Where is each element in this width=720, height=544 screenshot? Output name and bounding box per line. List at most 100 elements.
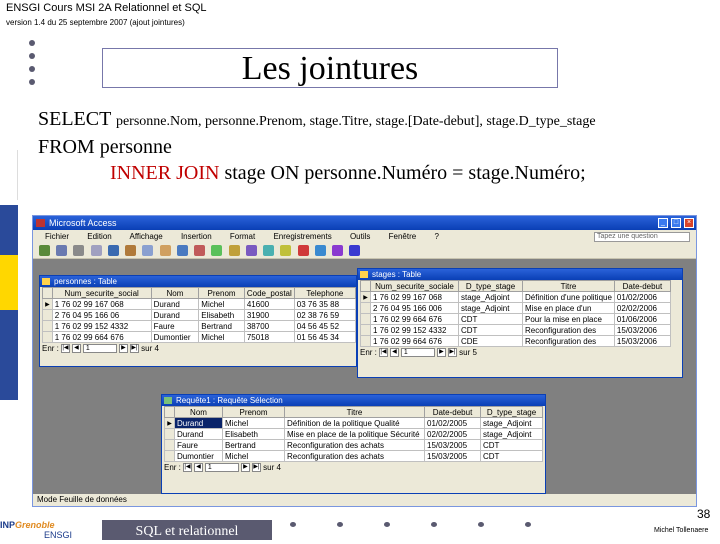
cell[interactable]: Elisabeth	[198, 309, 245, 321]
new-record-icon[interactable]	[280, 245, 292, 256]
menu-insertion[interactable]: Insertion	[181, 232, 212, 241]
menu-edition[interactable]: Edition	[87, 232, 111, 241]
col-header[interactable]: Titre	[522, 280, 615, 292]
maximize-icon[interactable]: □	[671, 218, 681, 228]
cell[interactable]: 01/02/2006	[613, 291, 671, 303]
view-icon[interactable]	[39, 245, 50, 256]
record-selector[interactable]: ▶	[42, 298, 53, 310]
sort-asc-icon[interactable]	[194, 245, 206, 256]
copy-icon[interactable]	[142, 245, 154, 256]
print-icon[interactable]	[73, 245, 85, 256]
cell[interactable]: 01/06/2006	[613, 313, 671, 325]
cell[interactable]: 04 56 45 52	[293, 320, 357, 332]
cell[interactable]: Dumontier	[174, 450, 223, 462]
table-row[interactable]: 1 76 02 99 152 4332 Faure Bertrand 38700 04 …	[42, 320, 357, 332]
record-selector[interactable]: ▶	[360, 291, 371, 303]
cell[interactable]: Michel	[198, 331, 245, 343]
cell[interactable]: 2 76 04 95 166 06	[51, 309, 152, 321]
next-record-icon[interactable]: ▶	[240, 463, 250, 473]
col-header[interactable]: Prenom	[222, 406, 285, 418]
record-selector[interactable]	[42, 309, 53, 321]
cell[interactable]: stage_Adjoint	[458, 291, 523, 303]
minimize-icon[interactable]: _	[658, 218, 668, 228]
cell[interactable]: Dumontier	[150, 331, 200, 343]
last-record-icon[interactable]: ▶|	[251, 463, 261, 473]
last-record-icon[interactable]: ▶|	[129, 344, 139, 354]
cell[interactable]: 1 76 02 99 152 4332	[51, 320, 152, 332]
cell[interactable]: 15/03/2005	[424, 450, 481, 462]
col-header[interactable]: Code_postal	[243, 287, 295, 299]
record-selector[interactable]	[164, 428, 175, 440]
cell[interactable]: 02/02/2006	[613, 302, 671, 314]
cell[interactable]: Bertrand	[222, 439, 285, 451]
spell-icon[interactable]	[107, 245, 119, 256]
menu-fichier[interactable]: Fichier	[45, 232, 69, 241]
cell[interactable]: 01 56 45 34	[293, 331, 357, 343]
col-header[interactable]: Telephone	[293, 287, 357, 299]
new-object-icon[interactable]	[331, 245, 343, 256]
cell[interactable]: 1 76 02 99 664 676	[51, 331, 152, 343]
menu-format[interactable]: Format	[230, 232, 255, 241]
record-selector[interactable]	[360, 302, 371, 314]
col-header[interactable]: D_type_stage	[458, 280, 523, 292]
paste-icon[interactable]	[159, 245, 171, 256]
record-selector[interactable]	[360, 313, 371, 325]
record-selector[interactable]	[164, 450, 175, 462]
cell[interactable]: Durand	[174, 428, 223, 440]
first-record-icon[interactable]: |◀	[378, 348, 388, 358]
help-icon[interactable]	[349, 245, 361, 256]
cell[interactable]: Reconfiguration des	[522, 335, 615, 347]
cell[interactable]: Pour la mise en place	[522, 313, 615, 325]
cell[interactable]: Reconfiguration des achats	[284, 450, 425, 462]
cell[interactable]: CDT	[480, 450, 543, 462]
find-icon[interactable]	[263, 245, 275, 256]
cell[interactable]: Durand	[150, 298, 200, 310]
col-header[interactable]: Prenom	[198, 287, 245, 299]
cell[interactable]: 38700	[243, 320, 295, 332]
record-number-input[interactable]: 1	[82, 344, 117, 354]
record-selector[interactable]	[360, 335, 371, 347]
undo-icon[interactable]	[176, 245, 188, 256]
cell[interactable]: Reconfiguration des achats	[284, 439, 425, 451]
table-row[interactable]: 1 76 02 99 664 676 Dumontier Michel 75018 01…	[42, 331, 357, 343]
col-header[interactable]: Date-debut	[613, 280, 671, 292]
menu-outils[interactable]: Outils	[350, 232, 370, 241]
cell[interactable]: Faure	[174, 439, 223, 451]
last-record-icon[interactable]: ▶|	[447, 348, 457, 358]
delete-record-icon[interactable]	[297, 245, 309, 256]
cell[interactable]: 1 76 02 99 167 068	[51, 298, 152, 310]
cell[interactable]: Bertrand	[198, 320, 245, 332]
record-selector[interactable]	[42, 331, 53, 343]
filter-icon[interactable]	[228, 245, 240, 256]
record-selector[interactable]	[360, 324, 371, 336]
cell[interactable]: CDT	[480, 439, 543, 451]
menu-enregistrements[interactable]: Enregistrements	[273, 232, 331, 241]
next-record-icon[interactable]: ▶	[118, 344, 128, 354]
table-row[interactable]: ▶ Durand Michel Définition de la politique …	[164, 417, 543, 429]
cell[interactable]: 15/03/2006	[613, 324, 671, 336]
cell[interactable]: stage_Adjoint	[480, 428, 543, 440]
cell[interactable]: 41600	[243, 298, 295, 310]
cell[interactable]: Michel	[222, 417, 285, 429]
cell[interactable]: stage_Adjoint	[458, 302, 523, 314]
table-row[interactable]: ▶ 1 76 02 99 167 068 stage_Adjoint Définiti…	[360, 291, 671, 303]
prev-record-icon[interactable]: ◀	[71, 344, 81, 354]
cell[interactable]: Définition de la politique Qualité	[284, 417, 425, 429]
close-icon[interactable]: ×	[684, 218, 694, 228]
sort-desc-icon[interactable]	[211, 245, 223, 256]
record-selector[interactable]	[164, 439, 175, 451]
cell[interactable]: Reconfiguration des	[522, 324, 615, 336]
cell[interactable]: Michel	[222, 450, 285, 462]
menu-help[interactable]: ?	[434, 232, 438, 241]
prev-record-icon[interactable]: ◀	[193, 463, 203, 473]
cell[interactable]: 15/03/2005	[424, 439, 481, 451]
col-header[interactable]: Nom	[150, 287, 200, 299]
table-row[interactable]: 1 76 02 99 664 676 CDE Reconfiguration des…	[360, 335, 671, 347]
col-header[interactable]: Titre	[284, 406, 425, 418]
cell[interactable]: CDT	[458, 313, 523, 325]
table-row[interactable]: ▶ 1 76 02 99 167 068 Durand Michel 41600 03 7…	[42, 298, 357, 310]
table-row[interactable]: 2 76 04 95 166 006 stage_Adjoint Mise en p…	[360, 302, 671, 314]
cell[interactable]: 2 76 04 95 166 006	[370, 302, 459, 314]
table-row[interactable]: Durand Elisabeth Mise en place de la polit…	[164, 428, 543, 440]
cut-icon[interactable]	[125, 245, 137, 256]
